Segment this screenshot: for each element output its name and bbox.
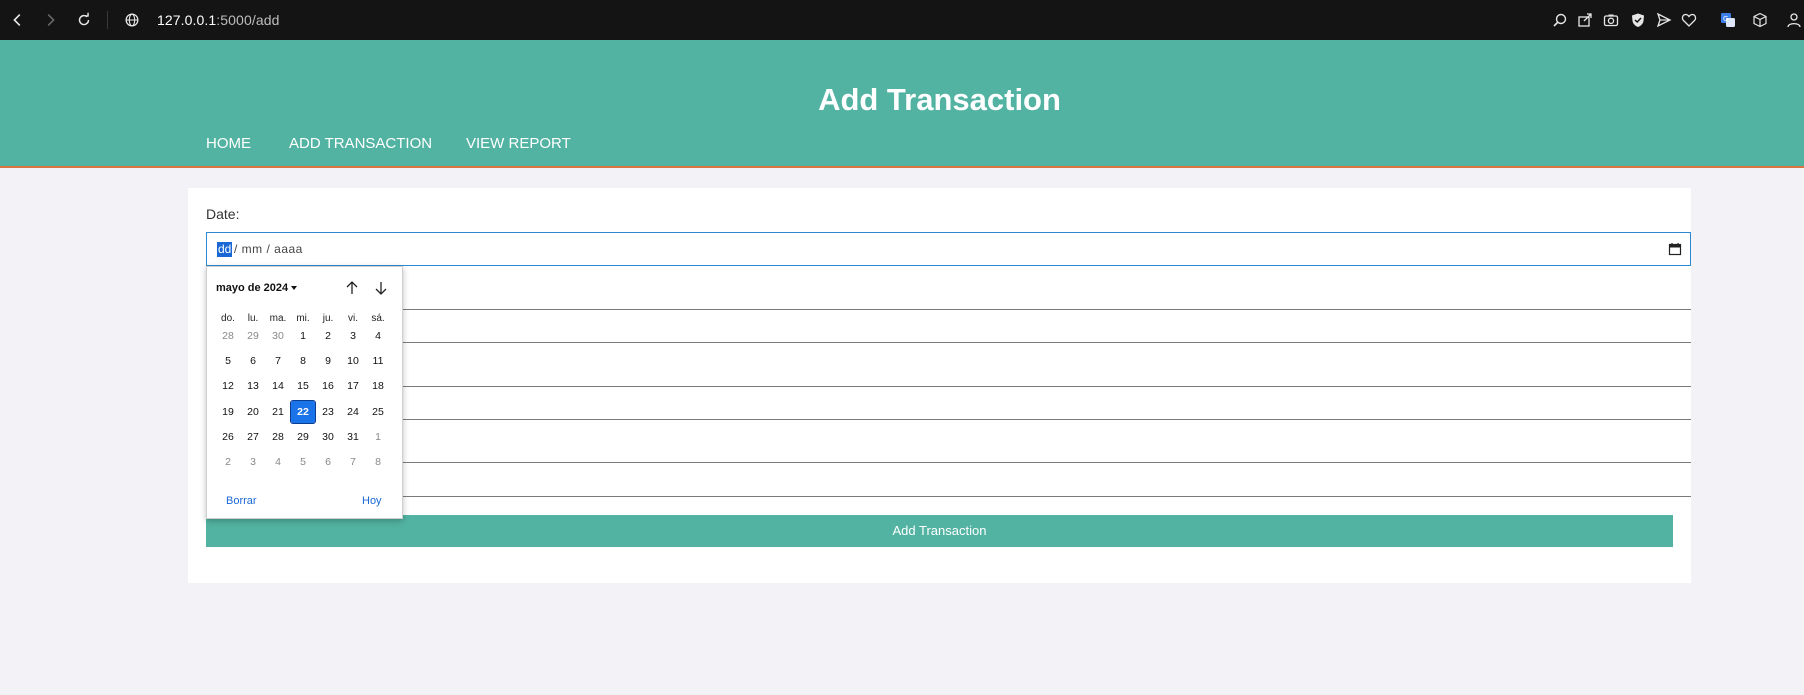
nav-link-home[interactable]: HOME bbox=[206, 135, 251, 152]
profile-icon[interactable] bbox=[1784, 10, 1804, 30]
calendar-day[interactable]: 3 bbox=[341, 325, 365, 347]
calendar-day[interactable]: 9 bbox=[316, 350, 340, 372]
calendar-day[interactable]: 7 bbox=[341, 451, 365, 473]
page-title: Add Transaction bbox=[818, 82, 1061, 117]
date-day-segment[interactable]: dd bbox=[217, 242, 233, 257]
weekday-label: lu. bbox=[247, 313, 259, 324]
date-picker-popup: mayo de 2024 do. lu. ma. mi. ju. vi. sá.… bbox=[206, 266, 403, 519]
field-underline[interactable] bbox=[206, 342, 1691, 343]
add-transaction-button[interactable]: Add Transaction bbox=[206, 515, 1673, 547]
calendar-day[interactable]: 6 bbox=[241, 350, 265, 372]
calendar-day[interactable]: 7 bbox=[266, 350, 290, 372]
calendar-day[interactable]: 13 bbox=[241, 375, 265, 397]
heart-icon[interactable] bbox=[1679, 10, 1699, 30]
calendar-icon[interactable] bbox=[1668, 242, 1682, 256]
weekday-label: do. bbox=[221, 313, 235, 324]
cube-icon[interactable] bbox=[1750, 10, 1770, 30]
calendar-day[interactable]: 1 bbox=[291, 325, 315, 347]
calendar-day[interactable]: 6 bbox=[316, 451, 340, 473]
field-underline[interactable] bbox=[206, 462, 1691, 463]
nav-link-add-transaction[interactable]: ADD TRANSACTION bbox=[289, 135, 432, 152]
field-underline[interactable] bbox=[206, 386, 1691, 387]
clear-button[interactable]: Borrar bbox=[226, 495, 257, 507]
arrow-up-icon[interactable] bbox=[341, 277, 363, 299]
calendar-day[interactable]: 26 bbox=[216, 426, 240, 448]
weekday-label: ju. bbox=[322, 313, 334, 324]
calendar-day[interactable]: 12 bbox=[216, 375, 240, 397]
arrow-down-icon[interactable] bbox=[370, 277, 392, 299]
calendar-day[interactable]: 27 bbox=[241, 426, 265, 448]
month-year-label[interactable]: mayo de 2024 bbox=[216, 282, 288, 294]
calendar-day[interactable]: 4 bbox=[366, 325, 390, 347]
today-button[interactable]: Hoy bbox=[362, 495, 382, 507]
calendar-day[interactable]: 25 bbox=[366, 401, 390, 423]
calendar-day[interactable]: 3 bbox=[241, 451, 265, 473]
calendar-day[interactable]: 1 bbox=[366, 426, 390, 448]
calendar-day-selected[interactable]: 22 bbox=[290, 400, 316, 424]
zoom-icon[interactable] bbox=[1550, 10, 1570, 30]
calendar-day[interactable]: 31 bbox=[341, 426, 365, 448]
calendar-day[interactable]: 29 bbox=[291, 426, 315, 448]
calendar-day[interactable]: 20 bbox=[241, 401, 265, 423]
calendar-day[interactable]: 15 bbox=[291, 375, 315, 397]
calendar-day[interactable]: 29 bbox=[241, 325, 265, 347]
calendar-day[interactable]: 23 bbox=[316, 401, 340, 423]
share-icon[interactable] bbox=[1575, 10, 1595, 30]
weekday-label: sá. bbox=[371, 313, 385, 324]
calendar-day[interactable]: 21 bbox=[266, 401, 290, 423]
calendar-day[interactable]: 30 bbox=[266, 325, 290, 347]
calendar-day[interactable]: 28 bbox=[266, 426, 290, 448]
field-underline[interactable] bbox=[206, 419, 1691, 420]
calendar-day[interactable]: 19 bbox=[216, 401, 240, 423]
calendar-day[interactable]: 8 bbox=[291, 350, 315, 372]
weekday-label: ma. bbox=[269, 313, 287, 324]
field-underline[interactable] bbox=[206, 496, 1691, 497]
calendar-day[interactable]: 17 bbox=[341, 375, 365, 397]
calendar-day[interactable]: 16 bbox=[316, 375, 340, 397]
browser-toolbar: 127.0.0.1:5000/add G bbox=[0, 0, 1804, 40]
date-label: Date: bbox=[206, 206, 240, 222]
camera-icon[interactable] bbox=[1601, 10, 1621, 30]
nav-link-view-report[interactable]: VIEW REPORT bbox=[466, 135, 571, 152]
date-input[interactable]: dd / mm / aaaa bbox=[206, 232, 1691, 266]
calendar-day[interactable]: 11 bbox=[366, 350, 390, 372]
svg-text:G: G bbox=[1723, 15, 1728, 23]
calendar-day[interactable]: 5 bbox=[216, 350, 240, 372]
calendar-day[interactable]: 2 bbox=[216, 451, 240, 473]
caret-down-icon[interactable] bbox=[291, 286, 297, 290]
calendar-day[interactable]: 8 bbox=[366, 451, 390, 473]
calendar-day[interactable]: 28 bbox=[216, 325, 240, 347]
calendar-day[interactable]: 10 bbox=[341, 350, 365, 372]
calendar-day[interactable]: 4 bbox=[266, 451, 290, 473]
weekday-label: mi. bbox=[296, 313, 310, 324]
calendar-day[interactable]: 18 bbox=[366, 375, 390, 397]
send-icon[interactable] bbox=[1654, 10, 1674, 30]
calendar-day[interactable]: 30 bbox=[316, 426, 340, 448]
calendar-day[interactable]: 2 bbox=[316, 325, 340, 347]
translate-icon[interactable]: G bbox=[1718, 10, 1738, 30]
app-header: Add Transaction HOME ADD TRANSACTION VIE… bbox=[0, 40, 1804, 168]
shield-icon[interactable] bbox=[1628, 10, 1648, 30]
date-month-year-segments[interactable]: / mm / aaaa bbox=[234, 242, 303, 257]
calendar-day[interactable]: 24 bbox=[341, 401, 365, 423]
weekday-label: vi. bbox=[348, 313, 358, 324]
calendar-day[interactable]: 5 bbox=[291, 451, 315, 473]
field-underline[interactable] bbox=[206, 309, 1691, 310]
calendar-day[interactable]: 14 bbox=[266, 375, 290, 397]
